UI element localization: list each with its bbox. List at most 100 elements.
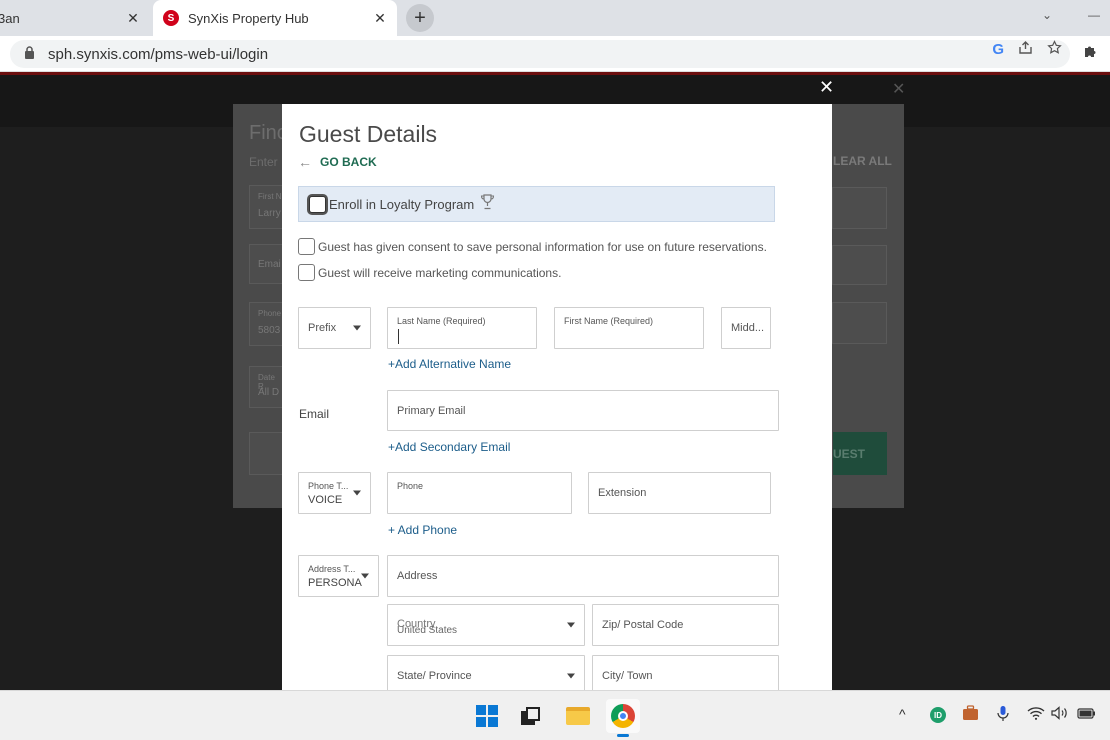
chrome-icon [611,704,635,728]
zip-label: Zip/ Postal Code [602,619,684,631]
bg-email-field: Emai [249,244,283,284]
phone-type-select[interactable]: Phone T... VOICE [298,472,371,514]
modal-title: Guest Details [299,121,438,147]
tab-title: SynXis Property Hub [188,10,309,26]
bg-field-right [832,302,887,344]
prefix-label: Prefix [308,322,337,334]
bookmark-star-icon[interactable] [1047,40,1062,59]
dropdown-caret-icon [361,573,369,579]
extensions-puzzle-icon[interactable] [1083,44,1098,63]
find-dialog-subtitle: Enter [249,155,278,169]
loyalty-checkbox[interactable] [309,195,326,213]
taskbar-chrome[interactable] [606,699,640,733]
briefcase-icon[interactable] [962,705,979,724]
bg-find-guest-button: UEST [833,432,887,475]
add-alternative-name-link[interactable]: +Add Alternative Name [388,357,511,371]
last-name-label: Last Name (Required) [397,316,486,326]
consent-checkbox[interactable] [298,238,315,255]
new-tab-button[interactable]: + [406,4,434,32]
minimize-window-button[interactable]: — [1088,8,1100,22]
loyalty-label: Enroll in Loyalty Program [329,196,475,212]
tab-synxis[interactable]: S SynXis Property Hub ✕ [153,0,397,36]
consent-row[interactable]: Guest has given consent to save personal… [298,238,767,255]
share-icon[interactable] [1018,40,1033,59]
city-input[interactable]: City/ Town [592,655,779,690]
add-secondary-email-link[interactable]: +Add Secondary Email [388,440,510,454]
address-type-label: Address T... [308,564,356,574]
primary-email-label: Primary Email [397,404,466,417]
phone-type-value: VOICE [308,494,343,506]
phone-input[interactable]: Phone [387,472,572,514]
tab-previous[interactable]: 3an ✕ [0,0,150,36]
guest-details-modal: Guest Details ← GO BACK Enroll in Loyalt… [282,104,832,690]
bg-field-label: Emai [258,259,281,270]
first-name-input[interactable]: First Name (Required) [554,307,704,349]
go-back-label: GO BACK [320,155,377,169]
volume-icon[interactable] [1051,706,1068,723]
first-name-label: First Name (Required) [564,316,654,326]
close-overlay-icon[interactable]: ✕ [819,77,834,98]
bg-field-right [832,187,887,229]
close-tab-icon[interactable]: ✕ [369,10,391,27]
email-section-label: Email [299,407,330,421]
address-label: Address [397,570,438,582]
taskbar-file-explorer[interactable] [561,699,595,733]
close-tab-icon[interactable]: ✕ [122,10,144,27]
go-back-link[interactable]: ← GO BACK [298,154,377,170]
tray-badge: ID [930,707,946,723]
taskbar-app-tv[interactable] [514,699,548,733]
bg-field-right [832,245,887,285]
marketing-row[interactable]: Guest will receive marketing communicati… [298,264,561,281]
lock-icon[interactable] [24,46,38,62]
address-type-value: PERSONA [308,577,362,589]
arrow-left-icon: ← [298,154,312,170]
country-select[interactable]: Country United States [387,604,585,646]
text-cursor [398,329,399,344]
country-value: United States [397,625,458,636]
dropdown-caret-icon [353,325,361,331]
tab-title: 3an [0,10,20,26]
clear-all-link: LEAR ALL [833,154,892,168]
phone-type-label: Phone T... [308,481,349,491]
state-label: State/ Province [397,670,472,682]
dropdown-caret-icon [567,622,575,628]
marketing-label: Guest will receive marketing communicati… [318,265,562,280]
windows-logo-icon [476,705,498,727]
marketing-checkbox[interactable] [298,264,315,281]
bg-field-value: 5803 [258,325,281,336]
primary-email-input[interactable]: Primary Email [387,390,779,431]
bg-field-label: First N [258,192,282,201]
bg-phone-field: Phone 5803 [249,302,283,346]
dropdown-caret-icon [353,490,361,496]
bg-button [249,432,283,475]
bg-field-value: Larry [258,208,281,219]
loyalty-enroll-row[interactable]: Enroll in Loyalty Program [298,186,775,222]
zip-input[interactable]: Zip/ Postal Code [592,604,779,646]
tab-search-chevron-icon[interactable]: ⌄ [1042,8,1052,22]
tray-overflow-chevron-icon[interactable]: ^ [899,706,906,722]
phone-label: Phone [397,481,424,491]
middle-name-input[interactable]: Midd... [721,307,771,349]
address-type-select[interactable]: Address T... PERSONA [298,555,379,597]
tray-app-icon[interactable]: ID [930,707,946,723]
start-button[interactable] [470,699,504,733]
google-icon[interactable]: G [992,41,1004,58]
bg-field-label: Phone [258,309,282,318]
battery-icon[interactable] [1076,707,1096,723]
extension-input[interactable]: Extension [588,472,771,514]
microphone-icon[interactable] [997,705,1009,725]
wifi-icon[interactable] [1027,706,1045,723]
omnibox-actions: G [992,40,1062,59]
bg-first-name-field: First N Larry [249,185,283,229]
address-bar[interactable]: sph.synxis.com/pms-web-ui/login [10,40,1070,68]
bg-field-value: All D [258,387,280,398]
address-input[interactable]: Address [387,555,779,597]
last-name-input[interactable]: Last Name (Required) [387,307,537,349]
prefix-select[interactable]: Prefix [298,307,371,349]
add-phone-link[interactable]: + Add Phone [388,523,457,537]
synxis-favicon-icon: S [163,10,179,26]
state-select[interactable]: State/ Province [387,655,585,690]
dropdown-caret-icon [567,673,575,679]
active-app-indicator [617,734,629,737]
bg-date-field: Date R All D [249,366,283,408]
